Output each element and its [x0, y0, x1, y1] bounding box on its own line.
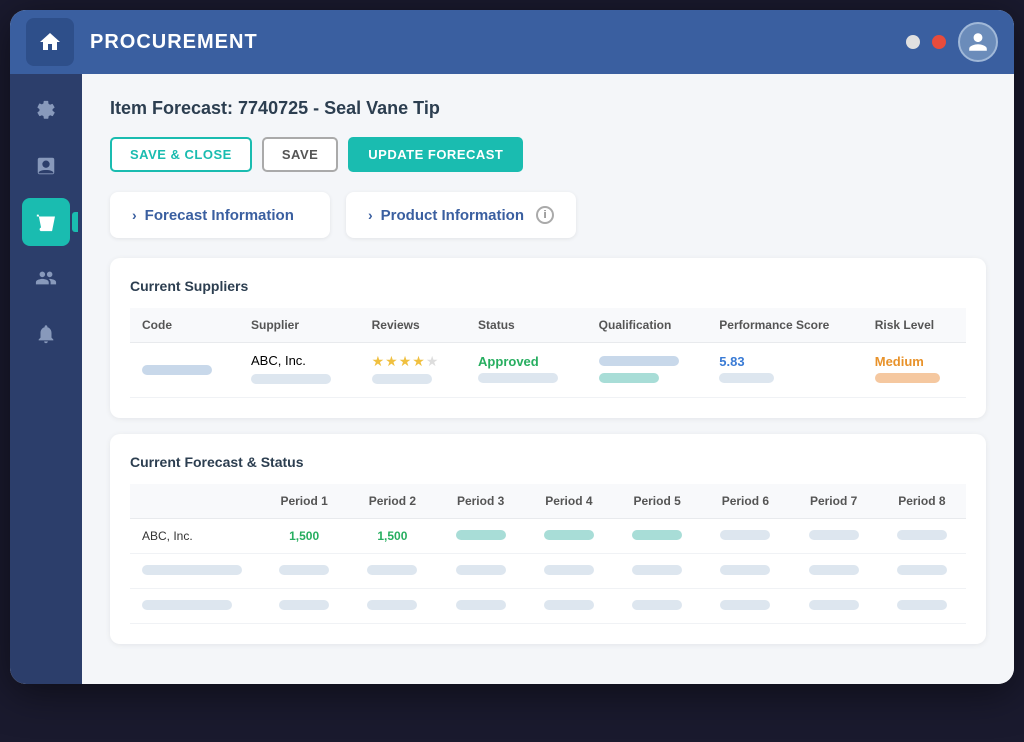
top-nav: PROCUREMENT	[10, 10, 1014, 74]
reviews-bar2	[372, 374, 432, 384]
forecast-panel-tab[interactable]: › Forecast Information	[110, 192, 330, 238]
table-row-placeholder	[130, 554, 966, 589]
risk-value: Medium	[875, 354, 954, 369]
forecast-p4	[525, 519, 613, 554]
forecast-table: Period 1 Period 2 Period 3 Period 4 Peri…	[130, 484, 966, 624]
panels-row: › Forecast Information › Product Informa…	[110, 192, 986, 238]
forecast-p2: 1,500	[348, 519, 436, 554]
col-qualification: Qualification	[587, 308, 708, 343]
col-status: Status	[466, 308, 587, 343]
forecast-p8	[878, 519, 966, 554]
forecast-title: Current Forecast & Status	[130, 454, 966, 470]
suppliers-card: Current Suppliers Code Supplier Reviews …	[110, 258, 986, 418]
sidebar	[10, 74, 82, 684]
supplier-bar2	[251, 374, 331, 384]
col-performance: Performance Score	[707, 308, 862, 343]
col-risk: Risk Level	[863, 308, 966, 343]
forecast-p6	[701, 519, 789, 554]
sidebar-item-notifications[interactable]	[22, 310, 70, 358]
action-bar: SAVE & CLOSE SAVE UPDATE FORECAST	[110, 137, 986, 172]
forecast-col-p5: Period 5	[613, 484, 701, 519]
perf-bar2	[719, 373, 774, 383]
table-row: ABC, Inc. ★★★★★ Approved	[130, 343, 966, 398]
star-rating: ★★★★★	[372, 353, 454, 370]
performance-cell: 5.83	[707, 343, 862, 398]
sidebar-item-reports[interactable]	[22, 142, 70, 190]
forecast-p7	[790, 519, 878, 554]
supplier-code-cell	[130, 343, 239, 398]
forecast-chevron: ›	[132, 207, 137, 223]
page-title: Item Forecast: 7740725 - Seal Vane Tip	[110, 98, 986, 119]
risk-cell: Medium	[863, 343, 966, 398]
product-chevron: ›	[368, 207, 373, 223]
supplier-name-cell: ABC, Inc.	[239, 343, 360, 398]
forecast-p5	[613, 519, 701, 554]
home-icon	[38, 30, 62, 54]
save-close-button[interactable]: SAVE & CLOSE	[110, 137, 252, 172]
sidebar-item-cart[interactable]	[22, 198, 70, 246]
forecast-p1: 1,500	[260, 519, 348, 554]
home-button[interactable]	[26, 18, 74, 66]
forecast-col-p7: Period 7	[790, 484, 878, 519]
product-panel-label: Product Information	[381, 207, 524, 224]
status-dot-red	[932, 35, 946, 49]
app-title: PROCUREMENT	[90, 31, 906, 54]
code-bar	[142, 365, 212, 375]
forecast-supplier-name: ABC, Inc.	[130, 519, 260, 554]
performance-score: 5.83	[719, 354, 850, 369]
qual-bar2	[599, 373, 659, 383]
main-content: Item Forecast: 7740725 - Seal Vane Tip S…	[82, 74, 1014, 684]
forecast-p3	[437, 519, 525, 554]
qualification-cell	[587, 343, 708, 398]
supplier-name: ABC, Inc.	[251, 353, 348, 368]
stars-filled: ★★★★	[372, 353, 426, 369]
forecast-col-p3: Period 3	[437, 484, 525, 519]
col-reviews: Reviews	[360, 308, 466, 343]
user-avatar[interactable]	[958, 22, 998, 62]
forecast-col-p8: Period 8	[878, 484, 966, 519]
forecast-card: Current Forecast & Status Period 1 Perio…	[110, 434, 986, 644]
status-value: Approved	[478, 354, 575, 369]
sidebar-item-users[interactable]	[22, 254, 70, 302]
suppliers-title: Current Suppliers	[130, 278, 966, 294]
table-row-placeholder2	[130, 589, 966, 624]
update-forecast-button[interactable]: UPDATE FORECAST	[348, 137, 523, 172]
avatar-icon	[967, 31, 989, 53]
star-empty: ★	[426, 353, 440, 369]
col-supplier: Supplier	[239, 308, 360, 343]
reviews-cell: ★★★★★	[360, 343, 466, 398]
forecast-col-p2: Period 2	[348, 484, 436, 519]
forecast-col-p4: Period 4	[525, 484, 613, 519]
forecast-panel-label: Forecast Information	[145, 207, 294, 224]
save-button[interactable]: SAVE	[262, 137, 338, 172]
status-dot-gray	[906, 35, 920, 49]
product-panel-tab[interactable]: › Product Information i	[346, 192, 576, 238]
status-cell: Approved	[466, 343, 587, 398]
qual-bar	[599, 356, 679, 366]
col-code: Code	[130, 308, 239, 343]
product-info-icon: i	[536, 206, 554, 224]
risk-bar2	[875, 373, 940, 383]
sidebar-item-settings[interactable]	[22, 86, 70, 134]
forecast-col-supplier	[130, 484, 260, 519]
nav-icons	[906, 22, 998, 62]
status-bar2	[478, 373, 558, 383]
forecast-col-p6: Period 6	[701, 484, 789, 519]
table-row: ABC, Inc. 1,500 1,500	[130, 519, 966, 554]
suppliers-table: Code Supplier Reviews Status Qualificati…	[130, 308, 966, 398]
forecast-col-p1: Period 1	[260, 484, 348, 519]
